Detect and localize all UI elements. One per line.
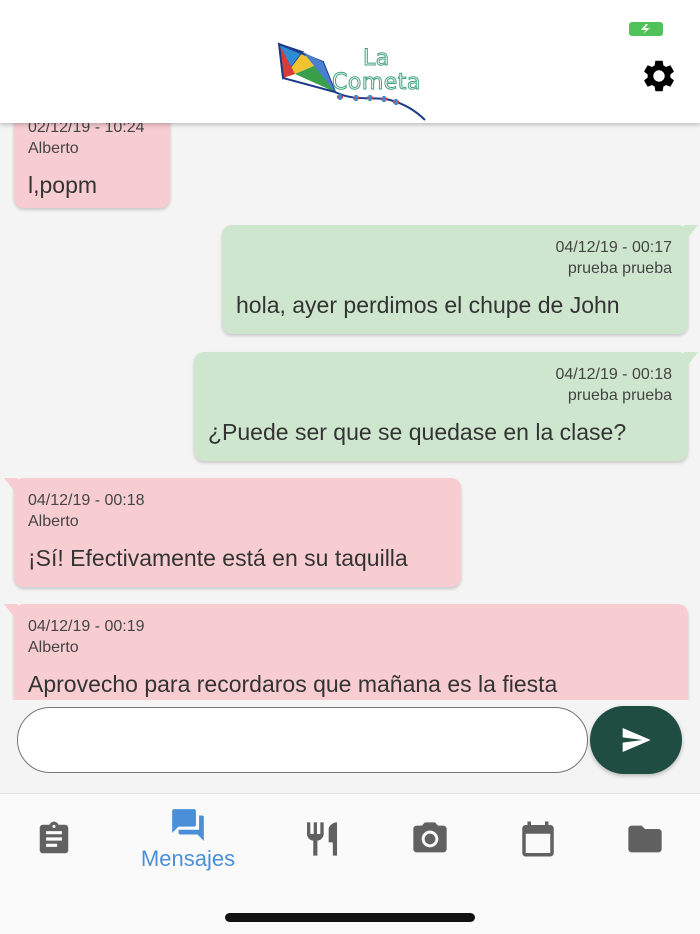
send-icon	[622, 728, 651, 752]
message-text: ¡Sí! Efectivamente está en su taquilla	[28, 545, 408, 571]
message-text: Aprovecho para recordaros que mañana es …	[28, 671, 558, 697]
nav-item-menu[interactable]	[272, 806, 372, 876]
message-datetime: 04/12/19 - 00:18	[28, 492, 145, 509]
nav-item-tasks[interactable]	[4, 806, 104, 876]
message-bubble-outgoing: 04/12/19 - 00:17 prueba prueba hola, aye…	[222, 225, 698, 334]
message-author: Alberto	[28, 140, 79, 157]
restaurant-icon	[307, 822, 337, 856]
message-bubble-incoming: 02/12/19 - 10:24 Alberto l,popm	[14, 123, 170, 208]
bubble-tail	[4, 478, 18, 496]
bubble-tail	[684, 225, 698, 243]
message-bubble-incoming: 04/12/19 - 00:19 Alberto Aprovecho para …	[4, 604, 688, 700]
bottom-navigation: Mensajes	[0, 793, 700, 934]
folder-icon	[628, 825, 662, 853]
nav-item-mensajes[interactable]: Mensajes	[138, 806, 238, 876]
message-bubble-outgoing: 04/12/19 - 00:18 prueba prueba ¿Puede se…	[194, 352, 698, 461]
home-indicator[interactable]	[225, 913, 475, 922]
nav-label-mensajes: Mensajes	[140, 846, 236, 871]
bubble-tail	[4, 604, 18, 622]
message-bubble-incoming: 04/12/19 - 00:18 Alberto ¡Sí! Efectivame…	[4, 478, 461, 587]
message-author: prueba prueba	[567, 387, 672, 404]
message-text: ¿Puede ser que se quedase en la clase?	[208, 419, 627, 445]
message-input[interactable]	[17, 707, 588, 773]
logo-text-line2: Cometa	[332, 70, 421, 96]
message-author: prueba prueba	[567, 260, 672, 277]
calendar-icon	[522, 821, 554, 857]
message-text: l,popm	[28, 172, 98, 198]
camera-icon	[413, 822, 447, 853]
messages-icon	[172, 809, 204, 841]
bubble-tail	[684, 352, 698, 370]
message-author: Alberto	[28, 513, 79, 530]
la-cometa-logo: La Cometa	[275, 40, 427, 122]
logo-text-line1: La	[363, 46, 390, 72]
chat-message-list[interactable]: 02/12/19 - 10:24 Alberto l,popm 04/12/19…	[0, 123, 700, 700]
message-datetime: 04/12/19 - 00:17	[555, 239, 672, 256]
message-datetime: 04/12/19 - 00:18	[555, 366, 672, 383]
clipboard-icon	[39, 821, 69, 854]
message-datetime: 02/12/19 - 10:24	[28, 123, 145, 136]
message-author: Alberto	[28, 639, 79, 656]
app-header: La Cometa	[0, 0, 700, 123]
message-datetime: 04/12/19 - 00:19	[28, 618, 145, 635]
message-text: hola, ayer perdimos el chupe de John	[236, 292, 620, 318]
message-composer	[0, 700, 700, 793]
nav-item-photos[interactable]	[380, 806, 480, 876]
nav-item-documents[interactable]	[595, 806, 695, 876]
settings-gear-icon[interactable]	[640, 57, 678, 95]
battery-charging-icon	[629, 22, 663, 36]
send-button[interactable]	[590, 706, 682, 774]
nav-item-calendar[interactable]	[488, 806, 588, 876]
